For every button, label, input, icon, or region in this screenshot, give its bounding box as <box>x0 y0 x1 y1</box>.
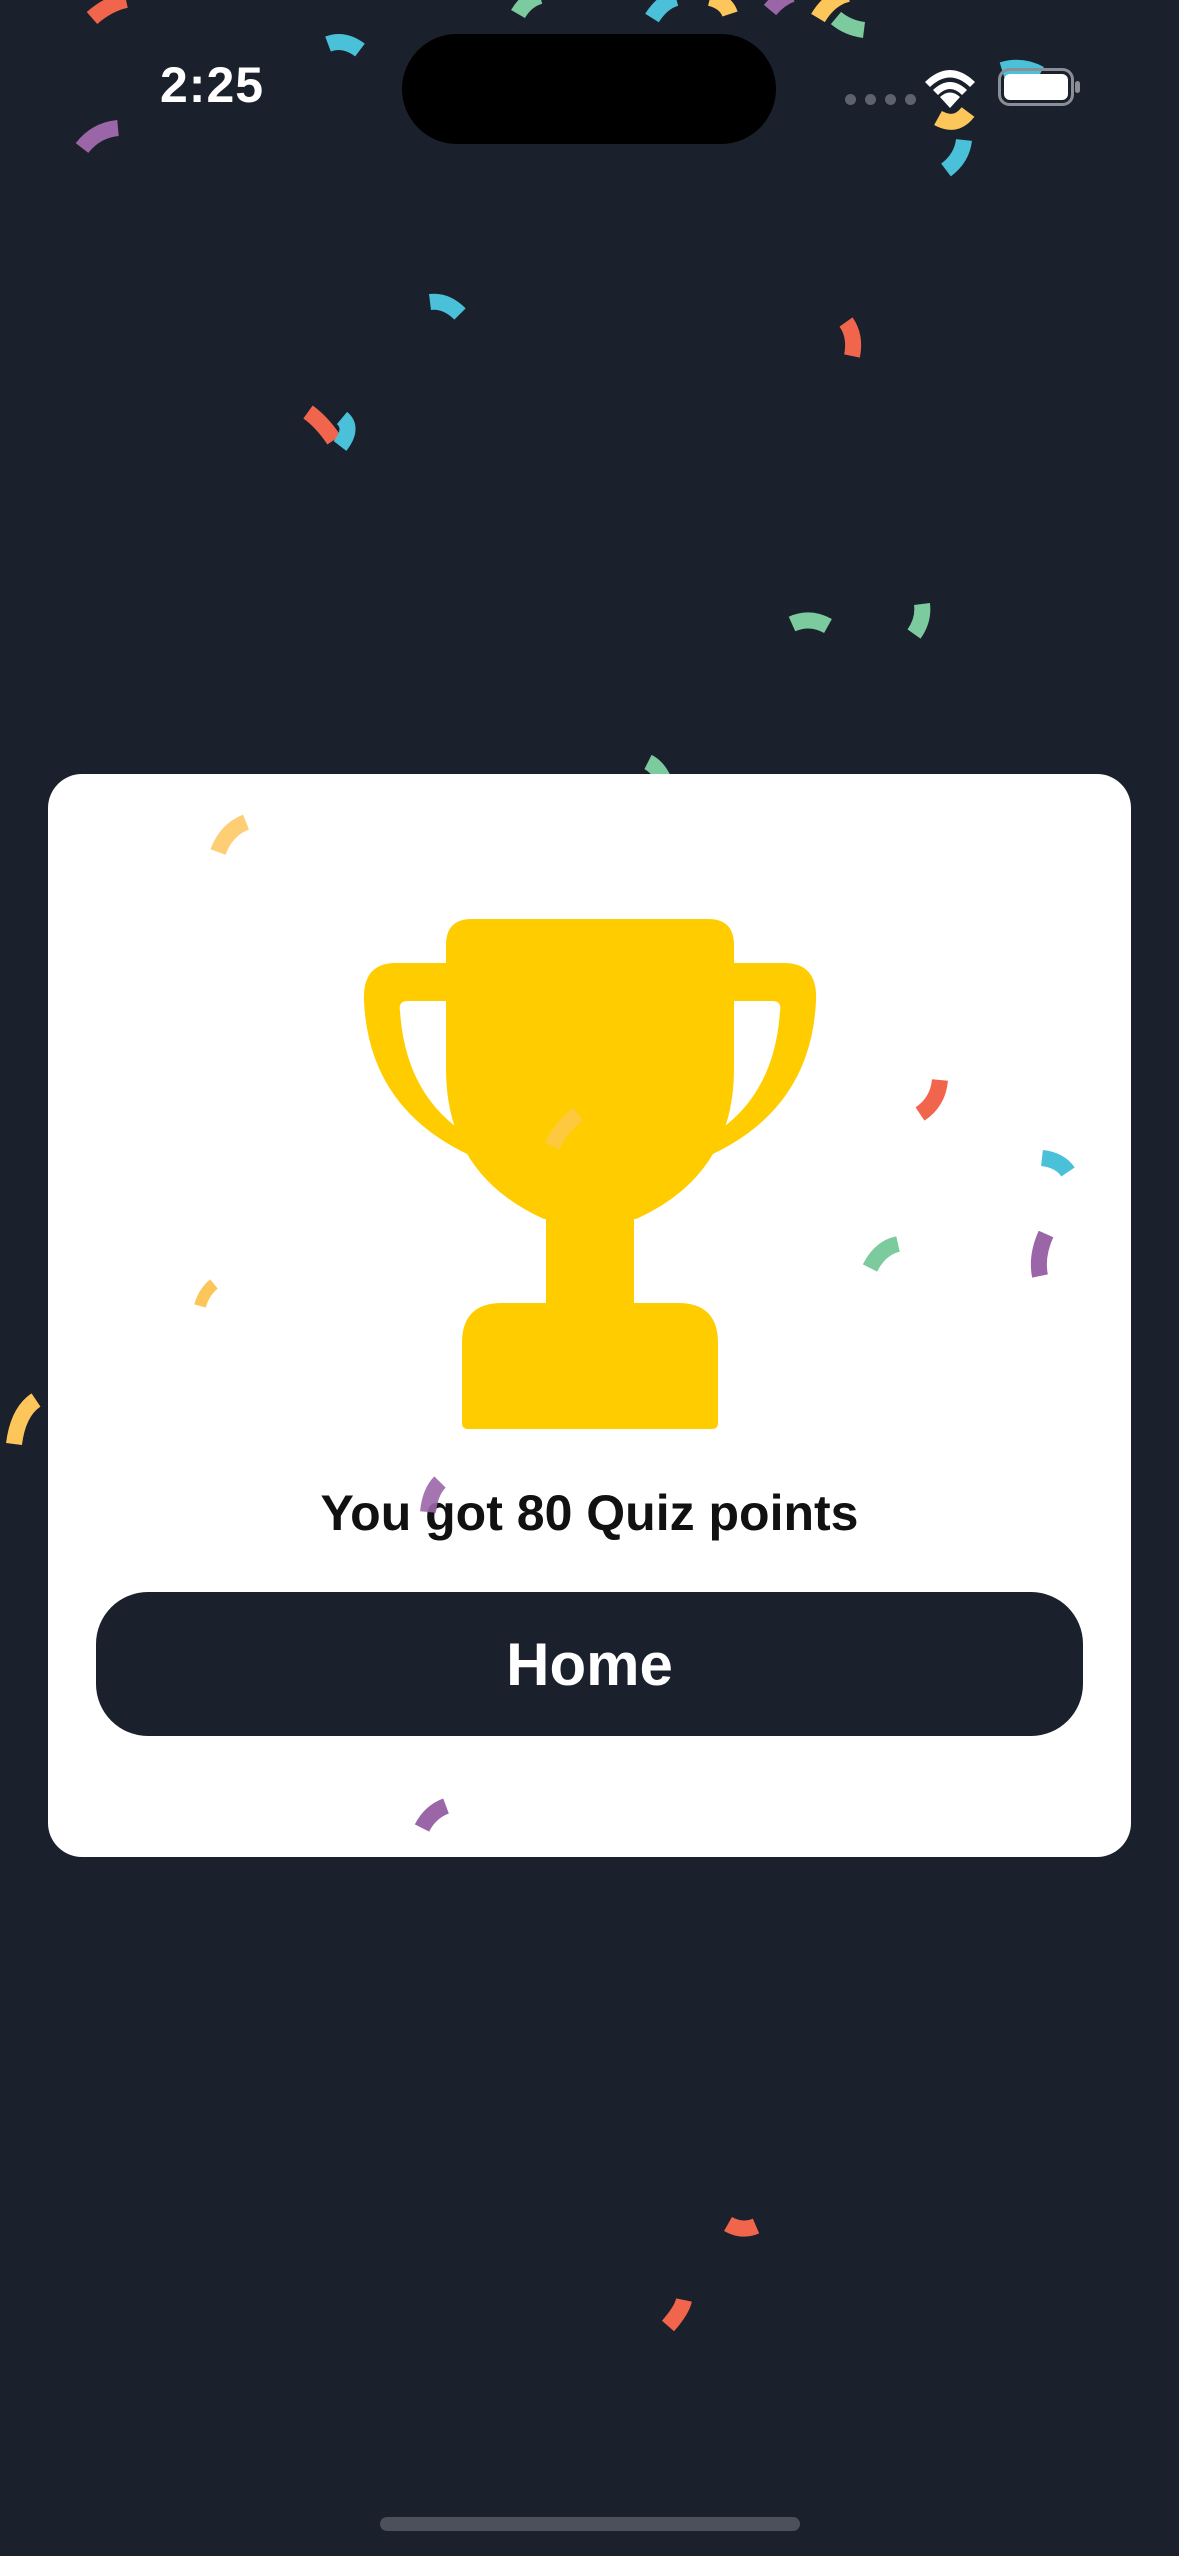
battery-icon <box>998 68 1080 106</box>
cellular-signal-icon <box>845 94 916 105</box>
wifi-icon <box>925 70 975 108</box>
status-time: 2:25 <box>160 57 265 113</box>
home-button[interactable]: Home <box>96 1592 1083 1736</box>
result-card: You got 80 Quiz points Home <box>48 774 1131 1857</box>
home-indicator <box>380 2517 800 2531</box>
dynamic-island <box>402 34 776 144</box>
quiz-result-screen: 2:25 You got 80 Quiz points Home <box>0 0 1179 2556</box>
result-message: You got 80 Quiz points <box>320 1485 859 1541</box>
trophy-icon <box>363 919 817 1429</box>
